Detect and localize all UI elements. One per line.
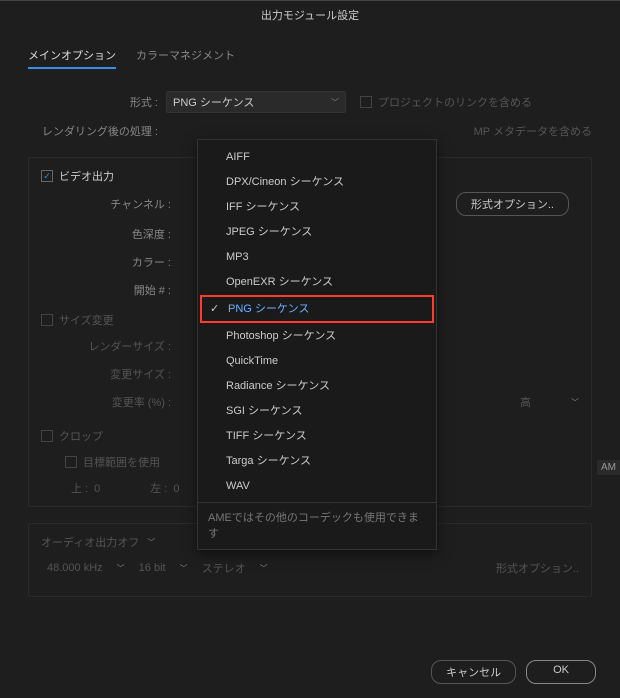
chevron-down-icon: ﹀ [331, 97, 339, 108]
resize-label: サイズ変更 [59, 312, 114, 328]
depth-label: 色深度 : [41, 226, 171, 242]
target-range-label: 目標範囲を使用 [83, 454, 160, 470]
chevron-down-icon: ﹀ [571, 397, 579, 408]
changeratio-label: 変更率 (%) : [41, 394, 171, 410]
post-render-label: レンダリング後の処理 : [28, 123, 158, 139]
format-option[interactable]: MP3 [200, 245, 434, 269]
format-options-button[interactable]: 形式オプション.. [456, 192, 569, 216]
chevron-down-icon: ﹀ [117, 563, 125, 574]
crop-checkbox[interactable] [41, 430, 53, 442]
include-link-label: プロジェクトのリンクを含める [378, 94, 532, 110]
format-option[interactable]: Targa シーケンス [200, 449, 434, 473]
format-option[interactable]: Radiance シーケンス [200, 374, 434, 398]
tab-color[interactable]: カラーマネジメント [136, 47, 235, 69]
audio-off-label: オーディオ出力オフ [41, 534, 139, 550]
chevron-down-icon: ﹀ [260, 563, 268, 574]
format-option[interactable]: AIFF [200, 145, 434, 169]
video-out-label: ビデオ出力 [59, 168, 114, 184]
target-range-checkbox[interactable] [65, 456, 77, 468]
include-meta-label: MP メタデータを含める [474, 123, 592, 139]
format-option[interactable]: TIFF シーケンス [200, 424, 434, 448]
format-option[interactable]: WAV [200, 474, 434, 498]
quality-value: 高 [520, 394, 531, 410]
crop-left-label: 左 : [150, 483, 167, 495]
format-dropdown: AIFFDPX/Cineon シーケンスIFF シーケンスJPEG シーケンスM… [197, 139, 437, 550]
cancel-button[interactable]: キャンセル [431, 660, 516, 684]
color-label: カラー : [41, 254, 171, 270]
format-option[interactable]: JPEG シーケンス [200, 220, 434, 244]
format-option[interactable]: Photoshop シーケンス [200, 324, 434, 348]
channel-label: チャンネル : [41, 196, 171, 212]
am-tag: AM [597, 460, 620, 475]
audio-format-options: 形式オプション.. [496, 560, 579, 576]
ok-button[interactable]: OK [526, 660, 596, 684]
format-option[interactable]: PNG シーケンス [200, 295, 434, 323]
format-option[interactable]: SGI シーケンス [200, 399, 434, 423]
format-label: 形式 : [28, 94, 158, 110]
audio-freq: 48.000 kHz [47, 562, 103, 574]
format-option[interactable]: IFF シーケンス [200, 195, 434, 219]
format-select[interactable]: PNG シーケンス ﹀ [166, 91, 346, 113]
include-link-checkbox[interactable] [360, 96, 372, 108]
tabs: メインオプション カラーマネジメント [28, 47, 592, 69]
rendersize-label: レンダーサイズ : [41, 338, 171, 354]
format-select-value: PNG シーケンス [173, 94, 254, 110]
chevron-down-icon: ﹀ [147, 537, 155, 548]
format-option[interactable]: DPX/Cineon シーケンス [200, 170, 434, 194]
window-title: 出力モジュール設定 [0, 0, 620, 29]
resize-checkbox[interactable] [41, 314, 53, 326]
crop-top-label: 上 : [71, 483, 88, 495]
chevron-down-icon: ﹀ [180, 563, 188, 574]
format-option[interactable]: QuickTime [200, 349, 434, 373]
format-option[interactable]: OpenEXR シーケンス [200, 270, 434, 294]
dropdown-footer: AMEではその他のコーデックも使用できます [198, 502, 436, 545]
changesize-label: 変更サイズ : [41, 366, 171, 382]
tab-main[interactable]: メインオプション [28, 47, 116, 69]
startnum-label: 開始 # : [41, 282, 171, 298]
audio-stereo: ステレオ [202, 560, 246, 576]
crop-label: クロップ [59, 428, 103, 444]
video-out-checkbox[interactable]: ✓ [41, 170, 53, 182]
audio-bits: 16 bit [139, 562, 166, 574]
